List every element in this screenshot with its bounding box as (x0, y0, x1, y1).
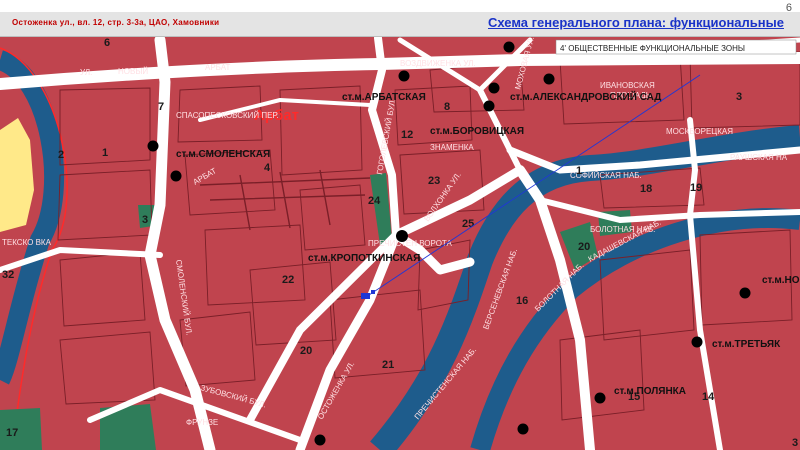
zone-number: 2 (58, 149, 64, 161)
metro-label: ст.м.КРОПОТКИНСКАЯ (308, 253, 420, 264)
metro-label: ст.м.ТРЕТЬЯК (712, 339, 781, 350)
zone-number: 20 (300, 345, 312, 357)
metro-station-icon[interactable] (691, 336, 703, 348)
map-header: Остоженка ул., вл. 12, стр. 3-3а, ЦАО, Х… (0, 12, 800, 37)
zone-number: 17 (6, 427, 18, 439)
metro-station-icon[interactable] (170, 170, 182, 182)
street-label: ТЕКСКО ВКА (2, 238, 52, 247)
street-label: ФРУНЗЕ (186, 418, 218, 427)
zone-number: 8 (444, 101, 450, 113)
metro-label: ст.м.ПОЛЯНКА (614, 386, 686, 397)
metro-station-icon[interactable] (739, 287, 751, 299)
metro-label: ст.м.АЛЕКСАНДРОВСКИЙ САД (510, 90, 661, 103)
metro-label: ст.м.АРБАТСКАЯ (342, 92, 426, 103)
zone-number: 23 (428, 175, 440, 187)
zone-number: 32 (2, 269, 14, 281)
zone-number: 18 (640, 183, 652, 195)
metro-station-icon[interactable] (543, 73, 555, 85)
zone-number: 24 (368, 195, 381, 207)
street-label: МОСКВОРЕЦКАЯ (666, 127, 733, 136)
metro-station-icon[interactable] (398, 70, 410, 82)
zone-number: 6 (104, 37, 110, 49)
zone-number: 22 (282, 274, 294, 286)
zone-number: 12 (401, 129, 413, 141)
zone-number: 20 (578, 241, 590, 253)
metro-label: ст.м.СМОЛЕНСКАЯ (176, 149, 270, 160)
zone-number: 7 (158, 101, 164, 113)
street-label: ИВАНОВСКАЯ (600, 81, 655, 90)
street-label: НОВЫЙ (118, 67, 148, 76)
header-address: Остоженка ул., вл. 12, стр. 3-3а, ЦАО, Х… (12, 18, 220, 27)
metro-station-icon[interactable] (396, 230, 408, 242)
street-label: ЗНАМЕНКА (430, 143, 474, 152)
zone-number: 3 (142, 214, 148, 226)
metro-station-icon[interactable] (488, 82, 500, 94)
map-svg: 4' ОБЩЕСТВЕННЫЕ ФУНКЦИОНАЛЬНЫЕ ЗОНЫ Арба… (0, 37, 800, 450)
street-label: ПРЕЧИСТЕН ВОРОТА (368, 239, 453, 248)
site-marker[interactable] (361, 293, 370, 299)
zone-number: 21 (382, 359, 394, 371)
metro-label: ст.м.НО (762, 275, 800, 286)
zone-number: 14 (702, 391, 715, 403)
metro-station-icon[interactable] (517, 423, 529, 435)
site-marker[interactable] (371, 290, 375, 294)
metro-station-icon[interactable] (314, 434, 326, 446)
street-label: СПАСОПЕСКОВСКИЙ ПЕР. (176, 111, 279, 120)
metro-label: ст.м.БОРОВИЦКАЯ (430, 126, 524, 137)
metro-station-icon[interactable] (147, 140, 159, 152)
street-label: ВОЗДВИЖЕНКА УЛ. (400, 59, 476, 68)
zone-number: 3 (792, 437, 798, 449)
zone-number: 19 (690, 182, 702, 194)
zone-number: 16 (516, 295, 528, 307)
metro-station-icon[interactable] (483, 100, 495, 112)
header-title[interactable]: Схема генерального плана: функциональные (488, 15, 784, 30)
map-canvas[interactable]: 4' ОБЩЕСТВЕННЫЕ ФУНКЦИОНАЛЬНЫЕ ЗОНЫ Арба… (0, 37, 800, 450)
metro-station-icon[interactable] (594, 392, 606, 404)
zone-number: 1 (102, 147, 108, 159)
zone-number: 4 (264, 162, 271, 174)
legend-label: 4' ОБЩЕСТВЕННЫЕ ФУНКЦИОНАЛЬНЫЕ ЗОНЫ (560, 44, 745, 53)
metro-station-icon[interactable] (503, 41, 515, 53)
street-label: РАУШСКАЯ НА (730, 153, 788, 162)
zone-number: 25 (462, 218, 474, 230)
street-label: УЛ. (80, 68, 92, 77)
street-label: АРБАТ (205, 63, 230, 72)
zone-number: 3 (736, 91, 742, 103)
zone-number: 1 (576, 165, 582, 177)
